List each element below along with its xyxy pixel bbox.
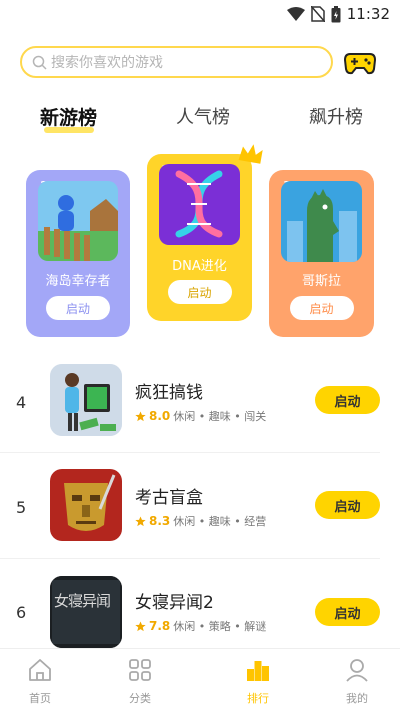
search-placeholder: 搜索你喜欢的游戏 bbox=[51, 55, 163, 71]
star-icon bbox=[135, 515, 146, 526]
nav-category[interactable]: 分类 bbox=[110, 657, 170, 706]
launch-button[interactable]: 启动 bbox=[315, 491, 380, 519]
divider bbox=[0, 558, 380, 559]
no-sim-icon bbox=[310, 6, 325, 22]
game-thumbnail bbox=[38, 181, 118, 261]
nav-ranking[interactable]: 排行 bbox=[228, 657, 288, 706]
home-icon bbox=[29, 659, 51, 681]
list-item[interactable]: 5 考古盲盒 8.3 休闲 • 趣味 • 经营 启动 bbox=[0, 453, 380, 559]
game-score: 8.0 bbox=[149, 409, 171, 423]
launch-button[interactable]: 启动 bbox=[46, 296, 110, 320]
game-name: 海岛幸存者 bbox=[45, 274, 111, 289]
rank-number: 4 bbox=[16, 393, 27, 412]
tab-new-games[interactable]: 新游榜 bbox=[40, 103, 97, 130]
game-icon bbox=[50, 469, 122, 541]
profile-icon bbox=[346, 659, 368, 682]
tab-popular[interactable]: 人气榜 bbox=[176, 103, 230, 129]
nav-label: 首页 bbox=[29, 692, 51, 705]
nav-label: 分类 bbox=[129, 692, 151, 705]
status-bar: 11:32 bbox=[0, 0, 400, 30]
tab-rising[interactable]: 飙升榜 bbox=[309, 103, 363, 129]
game-tags: 休闲 • 趣味 • 经营 bbox=[173, 515, 267, 528]
grid-icon bbox=[129, 659, 151, 681]
podium-card-1[interactable]: 1 DNA进化 启动 bbox=[147, 154, 252, 321]
game-icon: 女寝异闻 bbox=[50, 576, 122, 648]
game-score: 7.8 bbox=[149, 619, 171, 633]
game-tags: 休闲 • 趣味 • 闯关 bbox=[173, 410, 267, 423]
crazy-money-art bbox=[50, 364, 122, 436]
game-title: 疯狂搞钱 bbox=[135, 383, 203, 403]
search-icon bbox=[32, 55, 47, 70]
island-survivor-art bbox=[38, 181, 118, 261]
archaeology-box-art bbox=[50, 469, 122, 541]
battery-icon bbox=[331, 5, 341, 22]
nav-label: 我的 bbox=[346, 692, 368, 705]
star-icon bbox=[135, 410, 146, 421]
game-meta: 7.8 休闲 • 策略 • 解谜 bbox=[135, 618, 266, 634]
game-tags: 休闲 • 策略 • 解谜 bbox=[173, 620, 267, 633]
godzilla-art bbox=[281, 181, 362, 262]
search-input[interactable]: 搜索你喜欢的游戏 bbox=[20, 46, 333, 78]
launch-button[interactable]: 启动 bbox=[289, 296, 354, 320]
ranking-icon bbox=[247, 661, 269, 681]
nav-profile[interactable]: 我的 bbox=[327, 657, 387, 706]
nav-label: 排行 bbox=[247, 692, 269, 705]
game-icon-lettering: 女寝异闻 bbox=[54, 592, 111, 610]
game-thumbnail bbox=[159, 164, 240, 245]
rank-number: 6 bbox=[16, 603, 27, 622]
bottom-nav: 首页 分类 排行 我的 bbox=[0, 648, 400, 711]
gamepad-icon[interactable] bbox=[344, 48, 376, 76]
game-meta: 8.0 休闲 • 趣味 • 闯关 bbox=[135, 408, 266, 424]
podium-card-2[interactable]: 2 海岛幸存者 启动 bbox=[26, 170, 130, 337]
game-title: 女寝异闻2 bbox=[135, 593, 214, 613]
rank-number: 5 bbox=[16, 498, 27, 517]
nav-home[interactable]: 首页 bbox=[10, 657, 70, 706]
game-score: 8.3 bbox=[149, 514, 171, 528]
crown-icon bbox=[238, 144, 263, 164]
game-title: 考古盲盒 bbox=[135, 488, 203, 508]
launch-button[interactable]: 启动 bbox=[167, 280, 232, 304]
status-time: 11:32 bbox=[346, 5, 390, 23]
star-icon bbox=[135, 620, 146, 631]
tab-active-underline bbox=[44, 127, 94, 133]
game-name: DNA进化 bbox=[172, 259, 227, 274]
game-meta: 8.3 休闲 • 趣味 • 经营 bbox=[135, 513, 266, 529]
game-thumbnail bbox=[281, 181, 362, 262]
list-item[interactable]: 4 疯狂搞钱 8.0 休闲 • 趣味 • 闯关 启动 bbox=[0, 348, 380, 454]
game-name: 哥斯拉 bbox=[301, 274, 341, 289]
launch-button[interactable]: 启动 bbox=[315, 386, 380, 414]
status-icons: 11:32 bbox=[286, 5, 390, 23]
dorm-mystery-art bbox=[50, 576, 122, 648]
podium-card-3[interactable]: 3 哥斯拉 启动 bbox=[269, 170, 374, 337]
wifi-icon bbox=[286, 7, 305, 21]
game-icon bbox=[50, 364, 122, 436]
dna-art bbox=[159, 164, 240, 245]
launch-button[interactable]: 启动 bbox=[315, 598, 380, 626]
